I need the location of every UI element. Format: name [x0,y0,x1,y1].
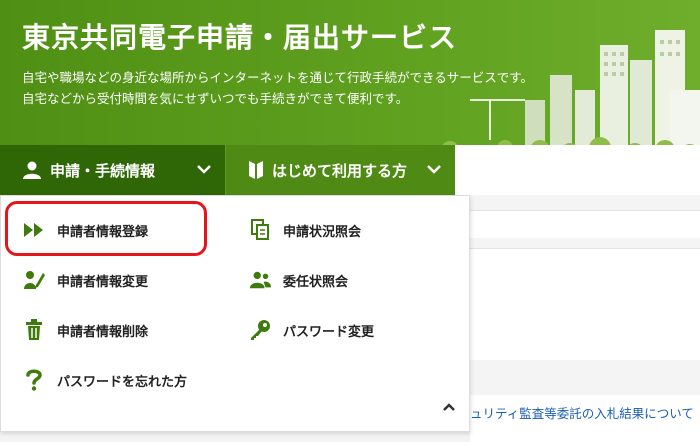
question-icon [23,369,45,391]
trash-icon [23,319,45,341]
city-illustration [442,30,700,145]
menu-item-label: 申請者情報削除 [57,324,149,340]
global-nav: 申請・手続情報 はじめて利用する方 [0,145,455,195]
menu-item-power-of-attorney[interactable]: 委任状照会 [249,265,348,295]
menu-item-delete-applicant[interactable]: 申請者情報削除 [23,315,148,345]
menu-item-label: パスワードを忘れた方 [57,374,188,390]
chevron-down-icon [425,160,443,182]
nav-first-time-users-label: はじめて利用する方 [272,161,408,180]
user-edit-icon [23,269,45,291]
menu-item-change-password[interactable]: パスワード変更 [249,315,374,345]
nav-application-info[interactable]: 申請・手続情報 [0,145,225,195]
menu-item-label: パスワード変更 [283,324,375,340]
users-icon [249,269,271,291]
menu-item-label: 申請状況照会 [283,224,362,240]
background-card [470,210,700,238]
chevron-up-icon[interactable] [441,399,461,419]
site-header: 東京共同電子申請・届出サービス 自宅や職場などの身近な場所からインターネットを通… [0,0,700,145]
documents-icon [249,219,271,241]
menu-item-label: 委任状照会 [283,274,349,290]
application-info-dropdown: 申請者情報登録 申請状況照会 申請者情報変更 委任状照会 申請者情報削除 パスワ… [0,195,470,432]
news-link[interactable]: ュリティ監査等委託の入札結果について [470,395,700,442]
site-description-line2: 自宅などから受付時間を気にせずいつでも手続きができて便利です。 [22,91,409,106]
nav-first-time-users[interactable]: はじめて利用する方 [225,145,455,195]
user-icon [22,160,42,180]
key-icon [249,319,271,341]
menu-item-application-status[interactable]: 申請状況照会 [249,215,361,245]
chevron-down-icon [195,160,213,182]
menu-item-forgot-password[interactable]: パスワードを忘れた方 [23,365,187,395]
beginner-mark-icon [248,160,264,180]
nav-application-info-label: 申請・手続情報 [50,161,156,180]
highlight-annotation [5,201,207,256]
menu-item-change-applicant[interactable]: 申請者情報変更 [23,265,148,295]
background-card [470,248,700,360]
menu-item-label: 申請者情報変更 [57,274,149,290]
site-title[interactable]: 東京共同電子申請・届出サービス [22,16,457,56]
